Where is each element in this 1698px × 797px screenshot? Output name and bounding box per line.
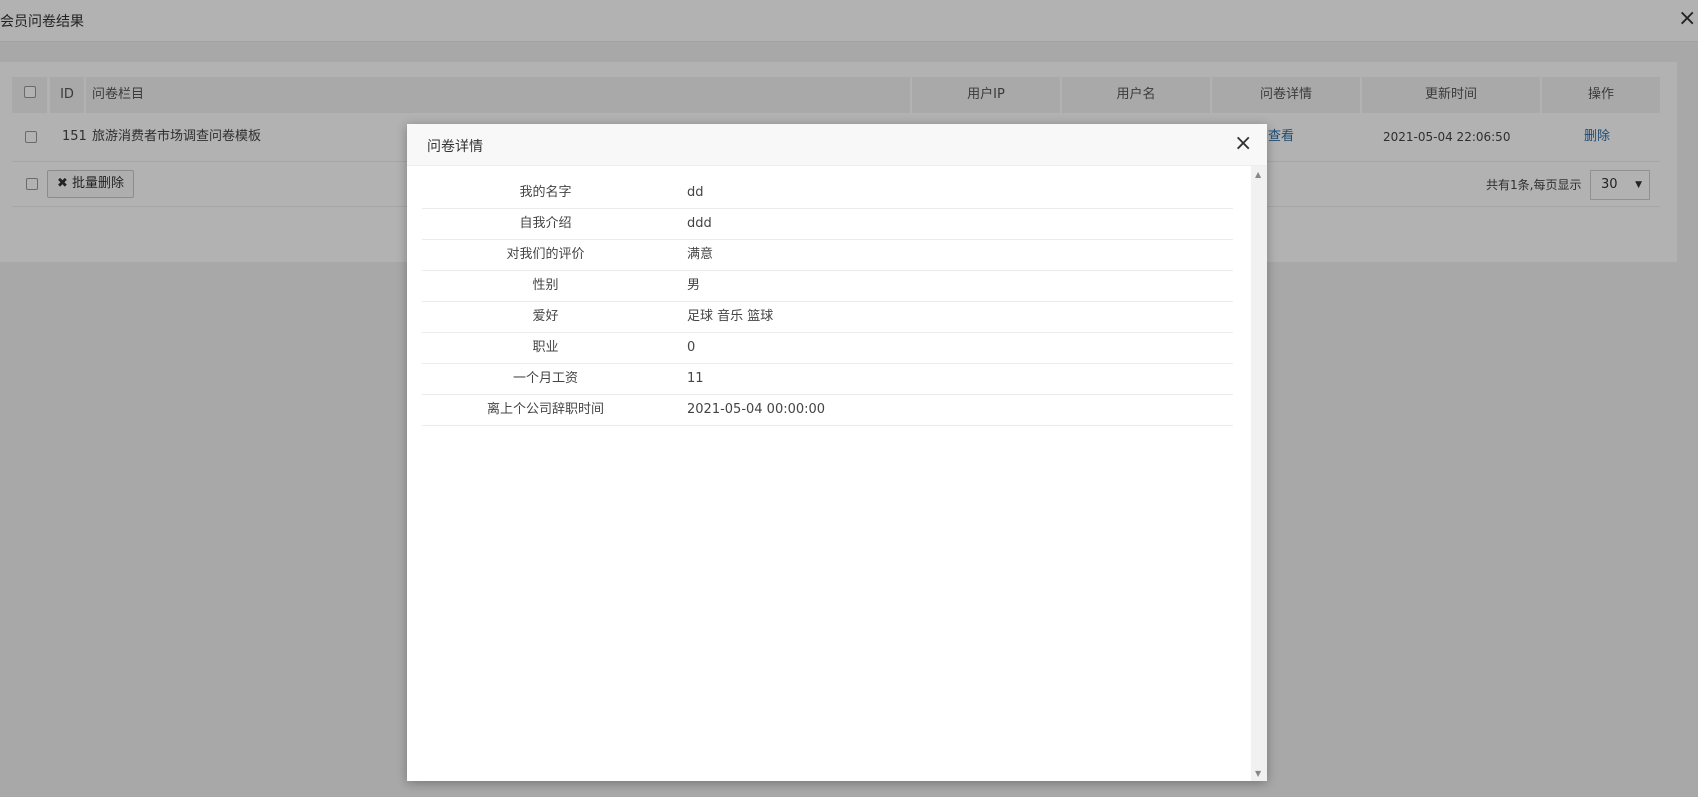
detail-value: 男 <box>687 278 701 293</box>
detail-row: 自我介绍 ddd <box>422 209 1233 240</box>
detail-row: 我的名字 dd <box>422 178 1233 209</box>
modal-close-icon[interactable]: × <box>1234 131 1252 157</box>
detail-label: 自我介绍 <box>519 216 572 231</box>
detail-value: 满意 <box>687 247 714 262</box>
detail-label: 职业 <box>532 340 559 355</box>
detail-row: 性别 男 <box>422 271 1233 302</box>
modal-scrollbar[interactable]: ▲ ▼ <box>1251 166 1267 781</box>
detail-row: 离上个公司辞职时间 2021-05-04 00:00:00 <box>422 395 1233 426</box>
modal-header: 问卷详情 × <box>407 124 1267 166</box>
detail-value: 2021-05-04 00:00:00 <box>687 402 826 417</box>
detail-label: 爱好 <box>532 309 559 324</box>
detail-label: 性别 <box>532 278 559 293</box>
detail-value: 足球 音乐 篮球 <box>687 309 774 324</box>
detail-label: 我的名字 <box>519 185 572 200</box>
detail-row: 对我们的评价 满意 <box>422 240 1233 271</box>
detail-modal: 问卷详情 × 我的名字 dd 自我介绍 ddd 对我们的评价 满意 性别 男 爱… <box>407 124 1267 781</box>
scroll-up-icon[interactable]: ▲ <box>1255 170 1261 179</box>
detail-value: 0 <box>687 340 696 355</box>
detail-label: 一个月工资 <box>512 371 578 386</box>
detail-row: 爱好 足球 音乐 篮球 <box>422 302 1233 333</box>
modal-title: 问卷详情 <box>427 139 483 155</box>
scroll-down-icon[interactable]: ▼ <box>1255 769 1261 778</box>
detail-row: 一个月工资 11 <box>422 364 1233 395</box>
detail-value: 11 <box>687 371 704 386</box>
detail-label: 对我们的评价 <box>506 247 585 262</box>
detail-row: 职业 0 <box>422 333 1233 364</box>
detail-value: ddd <box>687 216 712 231</box>
modal-body: 我的名字 dd 自我介绍 ddd 对我们的评价 满意 性别 男 爱好 足球 音乐… <box>407 166 1250 781</box>
detail-label: 离上个公司辞职时间 <box>486 402 604 417</box>
detail-value: dd <box>687 185 704 200</box>
